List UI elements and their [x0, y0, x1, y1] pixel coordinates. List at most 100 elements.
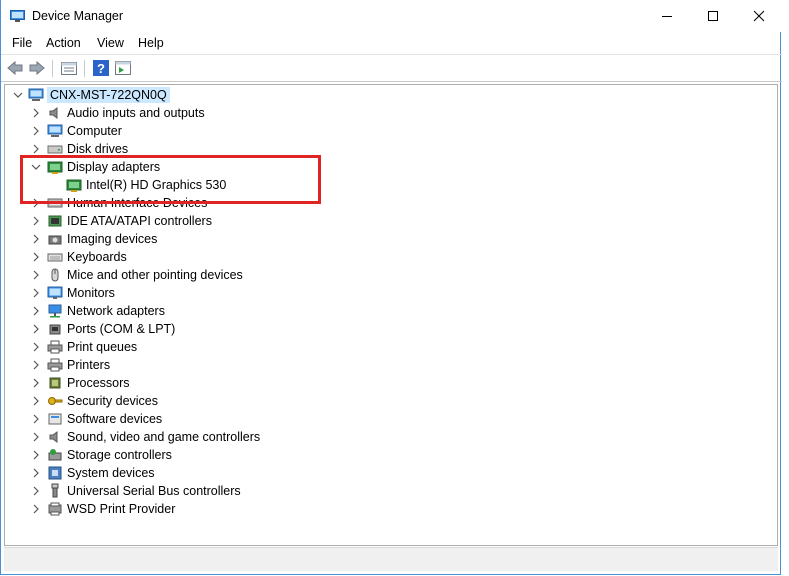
tree-category-wsd-print-provider[interactable]: WSD Print Provider	[8, 500, 768, 518]
title-bar[interactable]: Device Manager	[1, 0, 782, 32]
tree-category-ports-com-lpt[interactable]: Ports (COM & LPT)	[8, 320, 768, 338]
close-icon	[753, 10, 765, 22]
chevron-right-icon[interactable]	[31, 288, 41, 298]
disk-drive-icon	[47, 145, 63, 154]
chevron-down-icon[interactable]	[31, 162, 41, 172]
chevron-right-icon[interactable]	[31, 252, 41, 262]
menu-action[interactable]: Action	[46, 36, 81, 50]
tree-category-software-devices[interactable]: Software devices	[8, 410, 768, 428]
tree-category-label: Display adapters	[67, 160, 161, 174]
tree-category-label: WSD Print Provider	[67, 502, 176, 516]
chevron-right-icon[interactable]	[31, 306, 41, 316]
chevron-right-icon[interactable]	[31, 324, 41, 334]
tree-category-label: Ports (COM & LPT)	[67, 322, 176, 336]
tree-category-label: IDE ATA/ATAPI controllers	[67, 214, 212, 228]
tree-category-keyboards[interactable]: Keyboards	[8, 248, 768, 266]
tree-category-label: Imaging devices	[67, 232, 158, 246]
computer-icon	[28, 88, 44, 101]
chevron-right-icon[interactable]	[31, 216, 41, 226]
tree-device-label: Intel(R) HD Graphics 530	[86, 178, 227, 192]
printer-icon	[47, 340, 63, 354]
mouse-icon	[51, 268, 59, 282]
chevron-down-icon[interactable]	[13, 90, 23, 100]
chevron-right-icon[interactable]	[31, 432, 41, 442]
tree-category-label: Audio inputs and outputs	[67, 106, 205, 120]
chevron-right-icon[interactable]	[31, 234, 41, 244]
speaker-icon	[49, 107, 58, 119]
tree-category-printers[interactable]: Printers	[8, 356, 768, 374]
device-manager-icon	[10, 10, 25, 22]
tree-root-label: CNX-MST-722QN0Q	[47, 87, 170, 103]
help-icon[interactable]: ?	[92, 59, 110, 77]
tree-category-label: Processors	[67, 376, 130, 390]
tree-category-universal-serial-bus-controllers[interactable]: Universal Serial Bus controllers	[8, 482, 768, 500]
tree-category-human-interface-devices[interactable]: Human Interface Devices	[8, 194, 768, 212]
tree-category-imaging-devices[interactable]: Imaging devices	[8, 230, 768, 248]
device-tree[interactable]: CNX-MST-722QN0Q Audio inputs and outputs…	[4, 84, 778, 546]
tree-category-label: Software devices	[67, 412, 163, 426]
port-icon	[49, 324, 61, 335]
ide-controller-icon	[48, 215, 62, 227]
printer-icon	[47, 358, 63, 372]
chevron-right-icon[interactable]	[31, 342, 41, 352]
tree-category-network-adapters[interactable]: Network adapters	[8, 302, 768, 320]
tree-category-audio-inputs-and-outputs[interactable]: Audio inputs and outputs	[8, 104, 768, 122]
chevron-right-icon[interactable]	[31, 396, 41, 406]
close-button[interactable]	[736, 0, 782, 32]
network-icon	[48, 304, 62, 318]
usb-icon	[51, 483, 59, 498]
tree-category-processors[interactable]: Processors	[8, 374, 768, 392]
minimize-button[interactable]	[644, 0, 690, 32]
maximize-button[interactable]	[690, 0, 736, 32]
device-manager-window: Device Manager File Action View Help ? C…	[0, 0, 782, 575]
tree-category-label: Monitors	[67, 286, 115, 300]
show-hidden-icon[interactable]	[114, 59, 132, 77]
menu-view[interactable]: View	[97, 36, 124, 50]
menu-help[interactable]: Help	[138, 36, 164, 50]
menu-file[interactable]: File	[12, 36, 32, 50]
chevron-right-icon[interactable]	[31, 198, 41, 208]
chevron-right-icon[interactable]	[31, 450, 41, 460]
keyboard-icon	[47, 253, 63, 262]
hid-icon	[47, 198, 63, 208]
tree-category-display-adapters[interactable]: Display adapters	[8, 158, 768, 176]
tree-device-item[interactable]: Intel(R) HD Graphics 530	[8, 176, 768, 194]
chevron-right-icon[interactable]	[31, 270, 41, 280]
properties-list-icon[interactable]	[60, 59, 78, 77]
chevron-right-icon[interactable]	[31, 504, 41, 514]
tree-category-monitors[interactable]: Monitors	[8, 284, 768, 302]
chevron-right-icon[interactable]	[31, 378, 41, 388]
chevron-right-icon[interactable]	[31, 486, 41, 496]
tree-category-label: Printers	[67, 358, 111, 372]
chevron-right-icon[interactable]	[31, 360, 41, 370]
tree-category-label: Security devices	[67, 394, 159, 408]
tree-category-print-queues[interactable]: Print queues	[8, 338, 768, 356]
back-arrow-icon[interactable]	[6, 59, 24, 77]
display-adapter-icon	[47, 161, 63, 174]
tree-category-sound-video-and-game-controllers[interactable]: Sound, video and game controllers	[8, 428, 768, 446]
tree-category-label: Sound, video and game controllers	[67, 430, 261, 444]
chevron-right-icon[interactable]	[31, 108, 41, 118]
system-device-icon	[48, 466, 62, 480]
tree-category-mice-and-other-pointing-devices[interactable]: Mice and other pointing devices	[8, 266, 768, 284]
chevron-right-icon[interactable]	[31, 144, 41, 154]
forward-arrow-icon[interactable]	[28, 59, 46, 77]
toolbar: ?	[1, 54, 782, 82]
tree-category-label: Computer	[67, 124, 122, 138]
tree-category-storage-controllers[interactable]: Storage controllers	[8, 446, 768, 464]
menu-bar: File Action View Help	[1, 32, 782, 54]
chevron-right-icon[interactable]	[31, 414, 41, 424]
computer-icon	[47, 124, 63, 137]
display-adapter-icon	[66, 179, 82, 192]
toolbar-separator	[84, 60, 85, 77]
chevron-right-icon[interactable]	[31, 468, 41, 478]
tree-category-ide-ata-atapi-controllers[interactable]: IDE ATA/ATAPI controllers	[8, 212, 768, 230]
tree-category-computer[interactable]: Computer	[8, 122, 768, 140]
tree-category-label: Keyboards	[67, 250, 127, 264]
tree-category-label: Storage controllers	[67, 448, 172, 462]
chevron-right-icon[interactable]	[31, 126, 41, 136]
tree-category-security-devices[interactable]: Security devices	[8, 392, 768, 410]
tree-category-disk-drives[interactable]: Disk drives	[8, 140, 768, 158]
tree-category-label: Print queues	[67, 340, 138, 354]
tree-category-system-devices[interactable]: System devices	[8, 464, 768, 482]
